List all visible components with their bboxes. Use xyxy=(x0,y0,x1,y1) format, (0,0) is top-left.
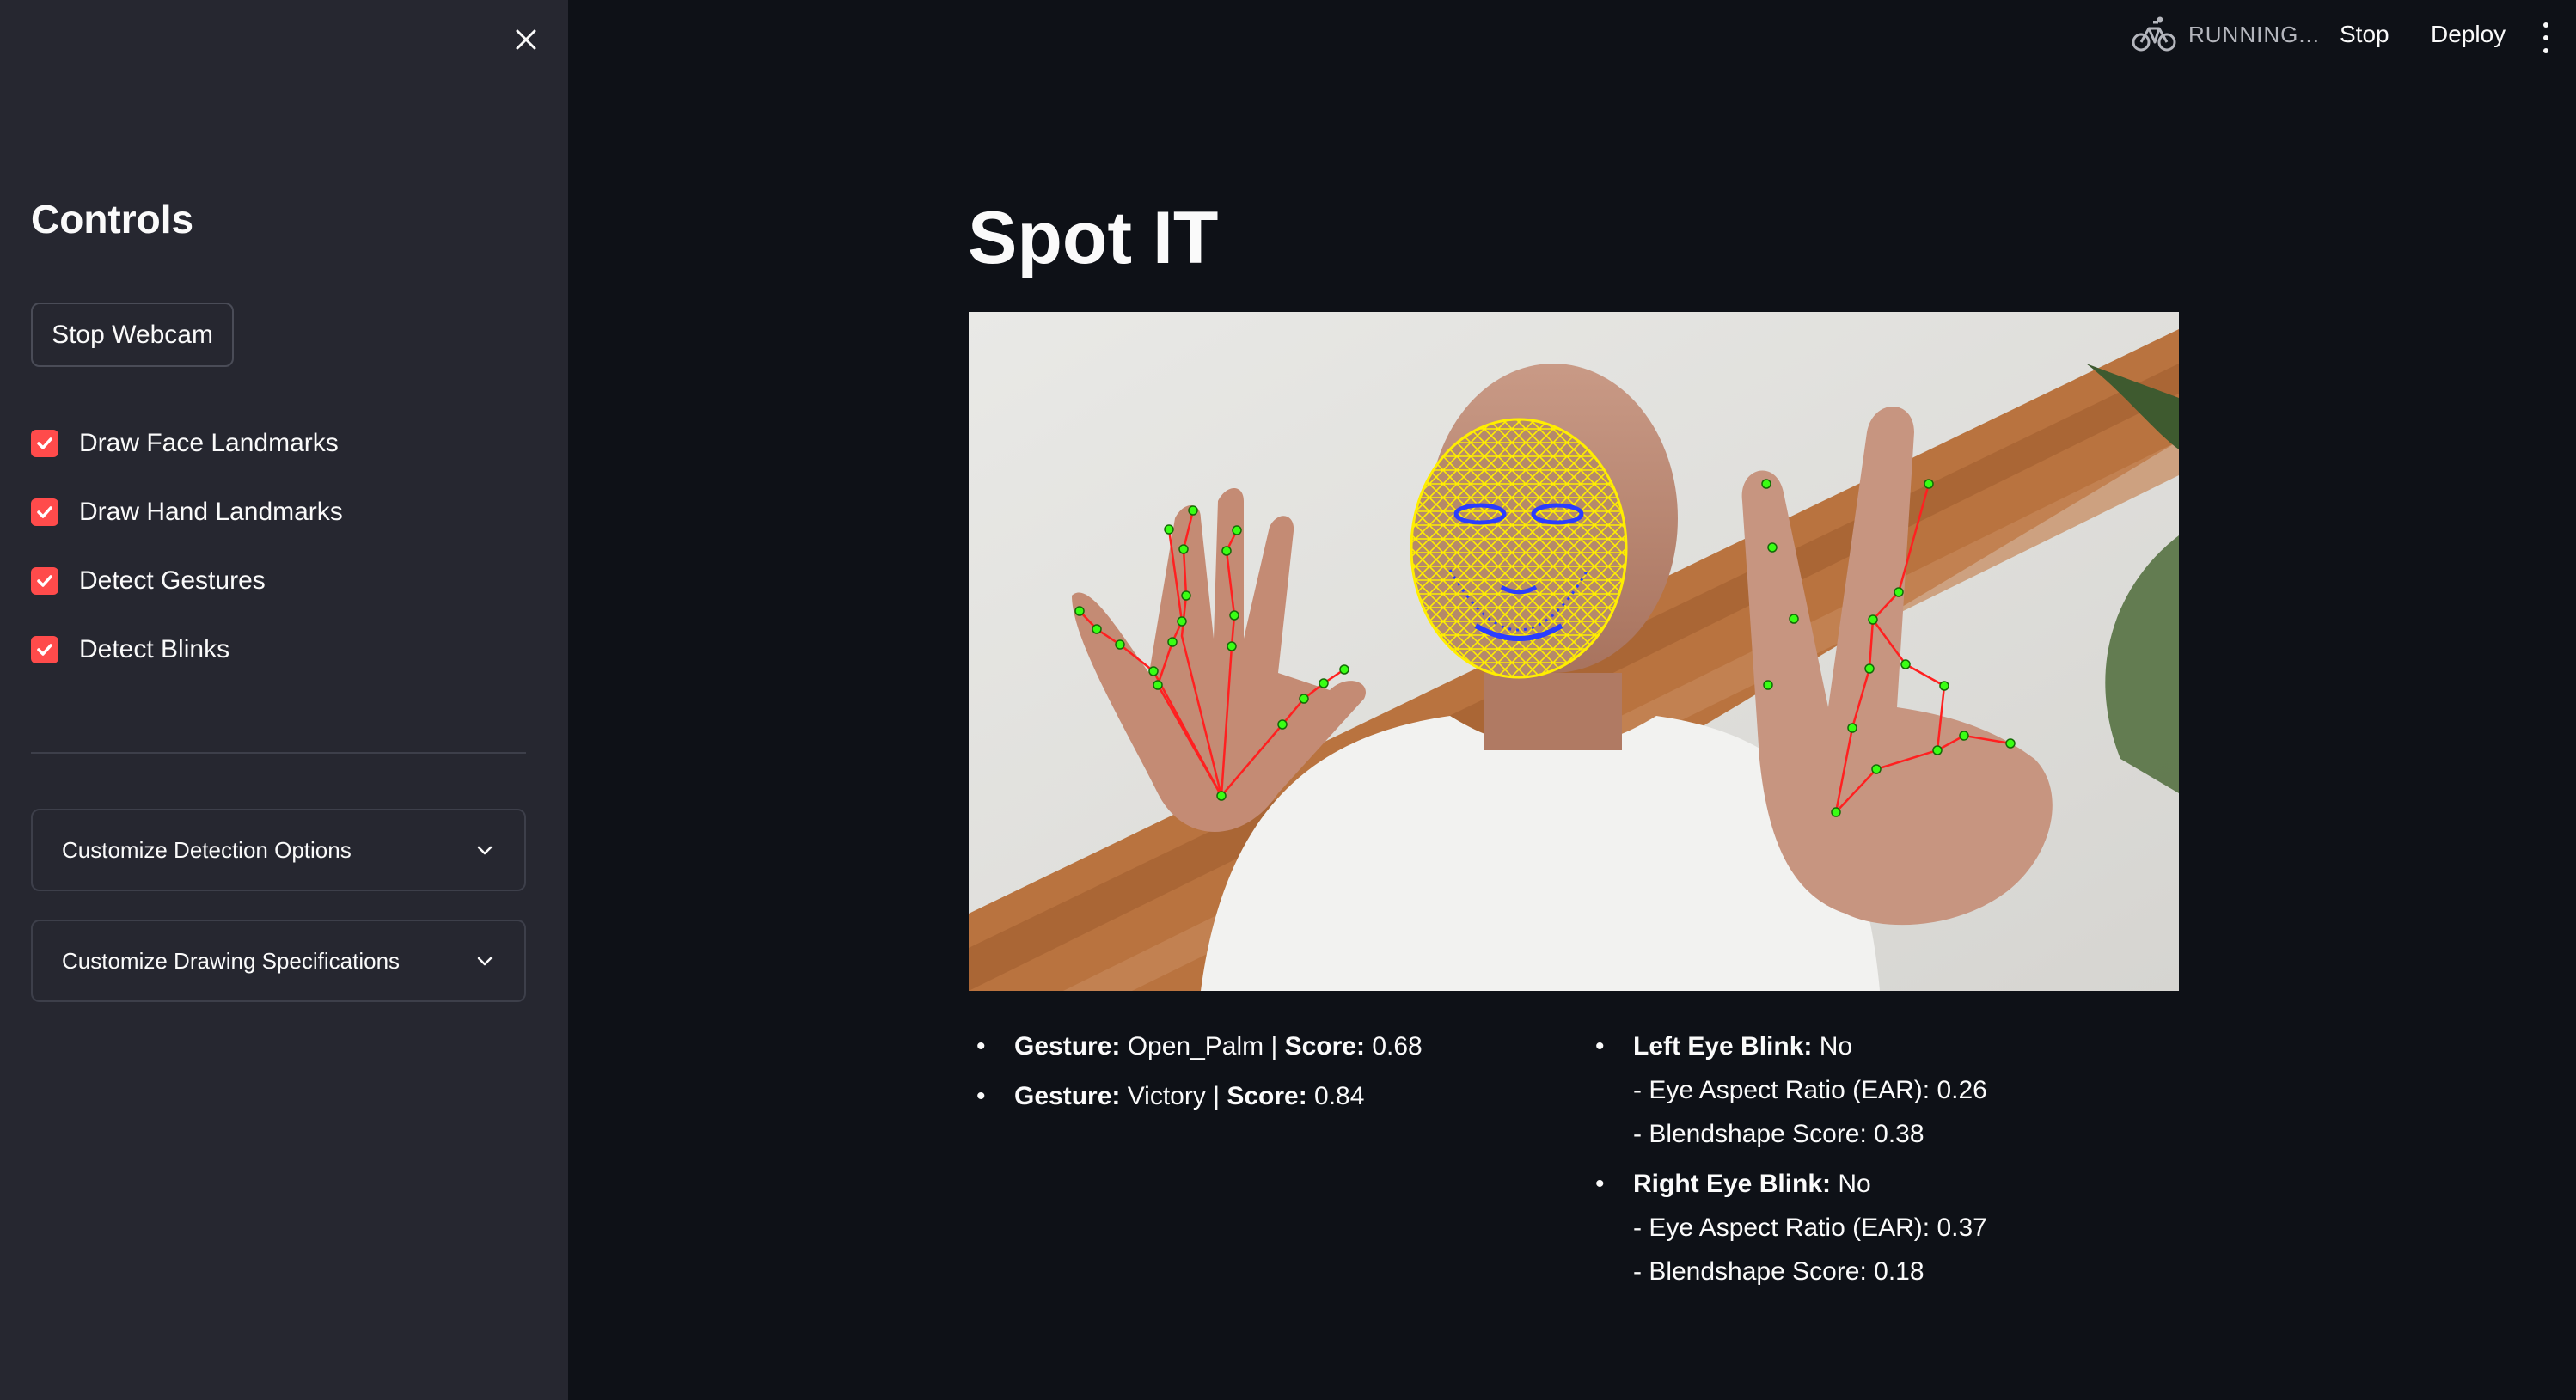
checkbox-label: Detect Blinks xyxy=(79,635,230,663)
sidebar-title: Controls xyxy=(31,197,194,241)
score-label: Score: xyxy=(1284,1032,1365,1061)
checkbox-checked-icon xyxy=(31,498,58,526)
checkbox-label: Draw Hand Landmarks xyxy=(79,498,343,526)
checkbox-checked-icon xyxy=(31,636,58,663)
score-value: 0.68 xyxy=(1364,1032,1423,1061)
gesture-value: Victory | xyxy=(1120,1082,1227,1110)
checkbox-label: Draw Face Landmarks xyxy=(79,429,339,457)
detect-gestures-checkbox[interactable]: Detect Gestures xyxy=(31,559,266,602)
list-item: Left Eye Blink: No - Eye Aspect Ratio (E… xyxy=(1590,1024,2192,1156)
ear-value: - Eye Aspect Ratio (EAR): 0.26 xyxy=(1633,1076,1987,1104)
blink-label: Right Eye Blink: xyxy=(1633,1170,1832,1198)
score-label: Score: xyxy=(1227,1082,1307,1110)
gesture-results-list: Gesture: Open_Palm | Score: 0.68 Gesture… xyxy=(971,1024,1556,1124)
sidebar-divider xyxy=(31,752,526,754)
blink-value: No xyxy=(1812,1032,1853,1061)
checkbox-checked-icon xyxy=(31,567,58,595)
sidebar: Controls Stop Webcam Draw Face Landmarks… xyxy=(0,0,568,1400)
score-value: 0.84 xyxy=(1306,1082,1365,1110)
stop-webcam-button[interactable]: Stop Webcam xyxy=(31,303,234,367)
expander-label: Customize Detection Options xyxy=(62,836,352,863)
drawing-specifications-expander[interactable]: Customize Drawing Specifications xyxy=(31,920,526,1002)
draw-face-landmarks-checkbox[interactable]: Draw Face Landmarks xyxy=(31,422,339,465)
page-title: Spot IT xyxy=(968,197,1219,279)
chevron-down-icon xyxy=(477,957,493,966)
list-item: Gesture: Victory | Score: 0.84 xyxy=(971,1074,1556,1118)
gesture-label: Gesture: xyxy=(1014,1032,1121,1061)
gesture-label: Gesture: xyxy=(1014,1082,1121,1110)
close-icon xyxy=(516,29,536,50)
kebab-menu-icon[interactable] xyxy=(2536,22,2556,53)
chevron-down-icon xyxy=(477,846,493,855)
gesture-value: Open_Palm | xyxy=(1120,1032,1285,1061)
checkbox-label: Detect Gestures xyxy=(79,566,266,595)
blink-value: No xyxy=(1831,1170,1871,1198)
bicycle-icon xyxy=(2132,16,2176,52)
deploy-button[interactable]: Deploy xyxy=(2431,21,2506,48)
detection-options-expander[interactable]: Customize Detection Options xyxy=(31,809,526,891)
blendshape-value: - Blendshape Score: 0.38 xyxy=(1633,1120,1924,1148)
blink-results-list: Left Eye Blink: No - Eye Aspect Ratio (E… xyxy=(1590,1024,2192,1299)
running-status: RUNNING... xyxy=(2132,15,2320,53)
blink-label: Left Eye Blink: xyxy=(1633,1032,1813,1061)
detect-blinks-checkbox[interactable]: Detect Blinks xyxy=(31,628,229,671)
close-sidebar-button[interactable] xyxy=(507,21,545,58)
stop-button[interactable]: Stop xyxy=(2340,21,2389,48)
blendshape-value: - Blendshape Score: 0.18 xyxy=(1633,1257,1924,1286)
ear-value: - Eye Aspect Ratio (EAR): 0.37 xyxy=(1633,1214,1987,1242)
list-item: Right Eye Blink: No - Eye Aspect Ratio (… xyxy=(1590,1162,2192,1293)
expander-label: Customize Drawing Specifications xyxy=(62,947,401,974)
webcam-video-feed xyxy=(969,312,2179,991)
status-text: RUNNING... xyxy=(2188,21,2320,47)
list-item: Gesture: Open_Palm | Score: 0.68 xyxy=(971,1024,1556,1068)
checkbox-checked-icon xyxy=(31,430,58,457)
draw-hand-landmarks-checkbox[interactable]: Draw Hand Landmarks xyxy=(31,491,343,534)
